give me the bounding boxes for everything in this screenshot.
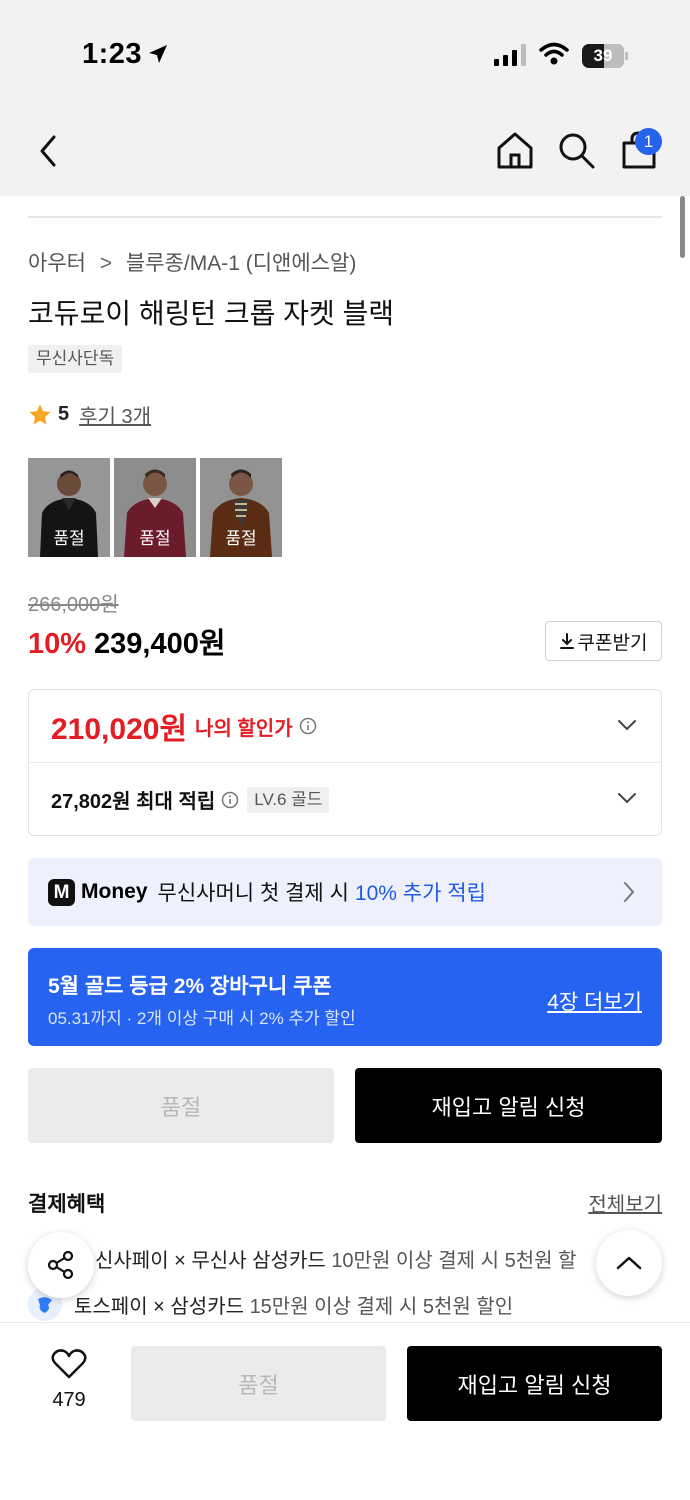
sale-price: 239,400원 xyxy=(94,628,226,660)
discount-rate: 10% xyxy=(28,628,87,660)
thumbnail-soldout-label: 품절 xyxy=(225,529,257,548)
chevron-down-icon[interactable] xyxy=(617,791,637,805)
back-icon[interactable] xyxy=(36,134,62,168)
grade-coupon-banner: 5월 골드 등급 2% 장바구니 쿠폰 05.31까지 · 2개 이상 구매 시… xyxy=(28,948,662,1046)
coupon-more-link[interactable]: 4장 더보기 xyxy=(547,986,642,1016)
thumbnail-brown[interactable]: 품절 xyxy=(200,458,282,557)
bottom-soldout-button[interactable]: 품절 xyxy=(131,1346,386,1421)
breadcrumb: 아우터 > 블루종/MA-1 (디앤에스알) xyxy=(28,247,356,277)
thumbnail-burgundy[interactable]: 품절 xyxy=(114,458,196,557)
info-icon[interactable] xyxy=(221,791,239,809)
coupon-banner-title: 5월 골드 등급 2% 장바구니 쿠폰 xyxy=(48,975,332,998)
color-thumbnails: 품절 품절 품절 xyxy=(28,458,282,557)
money-brand: Money xyxy=(81,880,148,903)
musinsa-money-banner[interactable]: M Money 무신사머니 첫 결제 시 10% 추가 적립 xyxy=(28,858,662,926)
share-icon xyxy=(47,1250,74,1280)
points-row[interactable]: 27,802원 최대 적립 LV.6 골드 xyxy=(29,763,661,836)
thumbnail-soldout-label: 품절 xyxy=(53,529,85,548)
rating-score: 5 xyxy=(58,403,70,425)
money-highlight: 10% 추가 적립 xyxy=(354,882,486,905)
scroll-to-top-button[interactable] xyxy=(596,1230,662,1296)
coupon-download-button[interactable]: 쿠폰받기 xyxy=(545,621,662,661)
bottom-restock-alert-button[interactable]: 재입고 알림 신청 xyxy=(407,1346,662,1421)
coupon-banner-subtitle: 05.31까지 · 2개 이상 구매 시 2% 추가 할인 xyxy=(48,1009,356,1028)
max-points: 27,802원 최대 적립 xyxy=(51,791,216,813)
like-count: 479 xyxy=(52,1389,86,1411)
heart-icon xyxy=(51,1349,87,1379)
chevron-right-icon xyxy=(624,882,635,902)
coupon-button-label: 쿠폰받기 xyxy=(577,632,648,654)
rating: 5 후기 3개 xyxy=(28,400,151,429)
see-all-link[interactable]: 전체보기 xyxy=(588,1188,662,1217)
like-button[interactable]: 479 xyxy=(40,1348,98,1412)
star-icon xyxy=(29,404,51,424)
payment-benefit-name: 신사페이 × 무신사 삼성카드 xyxy=(95,1250,326,1272)
chevron-up-icon xyxy=(616,1256,642,1270)
review-link[interactable]: 후기 3개 xyxy=(79,400,151,429)
original-price: 266,000원 xyxy=(28,594,119,616)
battery-icon: 39 xyxy=(582,44,628,68)
status-time: 1:23 xyxy=(82,38,143,70)
payment-benefit-name: 토스페이 × 삼성카드 xyxy=(74,1295,244,1318)
money-logo-icon: M xyxy=(48,878,75,906)
payment-benefit-detail: 10만원 이상 결제 시 5천원 할 xyxy=(331,1250,577,1272)
benefit-box: 210,020원 나의 할인가 27,802원 최대 적립 LV.6 골드 xyxy=(28,689,662,836)
search-icon[interactable] xyxy=(556,130,596,170)
soldout-button[interactable]: 품절 xyxy=(28,1068,334,1143)
thumbnail-soldout-label: 품절 xyxy=(139,529,171,548)
price-row: 10% 239,400원 xyxy=(28,620,226,662)
money-text: 무신사머니 첫 결제 시 xyxy=(157,882,349,905)
info-icon[interactable] xyxy=(299,717,317,735)
scrollbar[interactable] xyxy=(680,196,685,258)
exclusive-tag: 무신사단독 xyxy=(28,345,123,373)
my-discount-label: 나의 할인가 xyxy=(195,717,293,740)
payment-benefit-item: 신사페이 × 무신사 삼성카드 10만원 이상 결제 시 5천원 할 xyxy=(95,1244,576,1273)
breadcrumb-subcategory[interactable]: 블루종/MA-1 (디앤에스알) xyxy=(126,252,356,275)
payment-benefit-item: 토스페이 × 삼성카드 15만원 이상 결제 시 5천원 할인 xyxy=(28,1287,513,1321)
payment-benefit-detail: 15만원 이상 결제 시 5천원 할인 xyxy=(249,1295,514,1318)
divider xyxy=(28,216,662,218)
download-icon xyxy=(559,633,574,649)
wifi-icon xyxy=(539,42,569,65)
chevron-down-icon[interactable] xyxy=(617,718,637,732)
cellular-signal-icon xyxy=(494,44,526,66)
product-title: 코듀로이 해링턴 크롭 자켓 블랙 xyxy=(28,298,394,329)
my-price-row[interactable]: 210,020원 나의 할인가 xyxy=(29,690,661,763)
share-button[interactable] xyxy=(28,1232,94,1298)
battery-level: 39 xyxy=(593,46,613,65)
breadcrumb-separator: > xyxy=(99,252,113,275)
home-icon[interactable] xyxy=(495,130,535,170)
restock-alert-button[interactable]: 재입고 알림 신청 xyxy=(355,1068,662,1143)
cart-count-badge: 1 xyxy=(635,128,662,155)
level-badge: LV.6 골드 xyxy=(247,786,330,813)
my-discount-price: 210,020원 xyxy=(51,713,188,746)
payment-benefits-title: 결제혜택 xyxy=(28,1193,106,1216)
breadcrumb-category[interactable]: 아우터 xyxy=(28,252,86,275)
location-arrow-icon xyxy=(149,45,167,63)
thumbnail-black[interactable]: 품절 xyxy=(28,458,110,557)
